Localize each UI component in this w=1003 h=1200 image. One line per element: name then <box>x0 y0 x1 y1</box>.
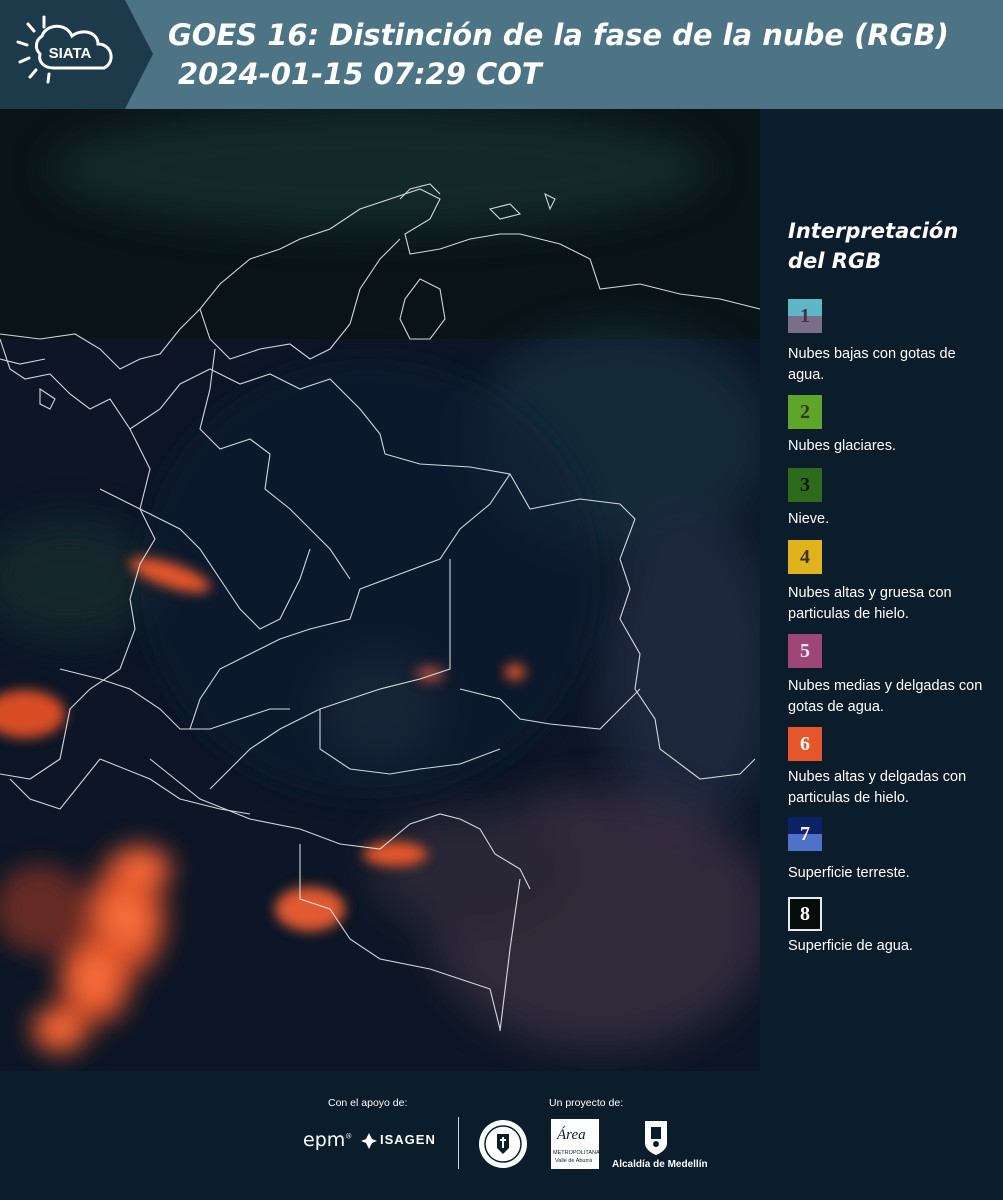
legend-label-4: Nubes altas y gruesa con particulas de h… <box>788 585 952 622</box>
legend-title: Interpretación del RGB <box>788 219 959 273</box>
footer-divider <box>458 1117 459 1169</box>
isagen-logo: ISAGEN <box>360 1131 440 1151</box>
timestamp: 2024-01-15 07:29 COT <box>178 57 542 91</box>
siata-logo: SIATA <box>0 0 153 109</box>
support-label: Con el apoyo de: <box>328 1097 408 1109</box>
legend-swatch-8: 8 <box>788 897 822 931</box>
legend-label-8: Superficie de agua. <box>788 938 913 954</box>
legend-swatch-6: 6 <box>788 727 822 761</box>
legend-label-6: Nubes altas y delgadas con particulas de… <box>788 769 967 806</box>
legend-swatch-3: 3 <box>788 468 822 502</box>
area-metropolitana-logo: Área METROPOLITANA Valle de Aburrá <box>551 1119 600 1169</box>
isagen-mark-icon <box>361 1133 377 1149</box>
university-seal-icon <box>479 1120 527 1168</box>
header-bar: SIATA GOES 16: Distinción de la fase de … <box>0 0 1003 109</box>
legend-label-7: Superficie terreste. <box>788 865 910 881</box>
svg-text:SIATA: SIATA <box>49 45 92 62</box>
legend-swatch-2: 2 <box>788 395 822 429</box>
legend-swatch-1: 1 <box>788 299 822 333</box>
legend-label-1: Nubes bajas con gotas de agua. <box>788 346 956 383</box>
satellite-rgb-map <box>0 109 760 1071</box>
legend-swatch-4: 4 <box>788 540 822 574</box>
legend-swatch-7: 7 <box>788 817 822 851</box>
legend-label-2: Nubes glaciares. <box>788 438 896 454</box>
legend-label-5: Nubes medias y delgadas con gotas de agu… <box>788 678 983 715</box>
medellin-shield-icon <box>645 1121 667 1155</box>
epm-logo: epm® <box>303 1129 353 1151</box>
page-title: GOES 16: Distinción de la fase de la nub… <box>168 18 949 52</box>
project-label: Un proyecto de: <box>549 1097 624 1109</box>
legend-swatch-5: 5 <box>788 634 822 668</box>
legend-label-3: Nieve. <box>788 511 830 527</box>
alcaldia-label: Alcaldía de Medellín <box>612 1159 708 1170</box>
